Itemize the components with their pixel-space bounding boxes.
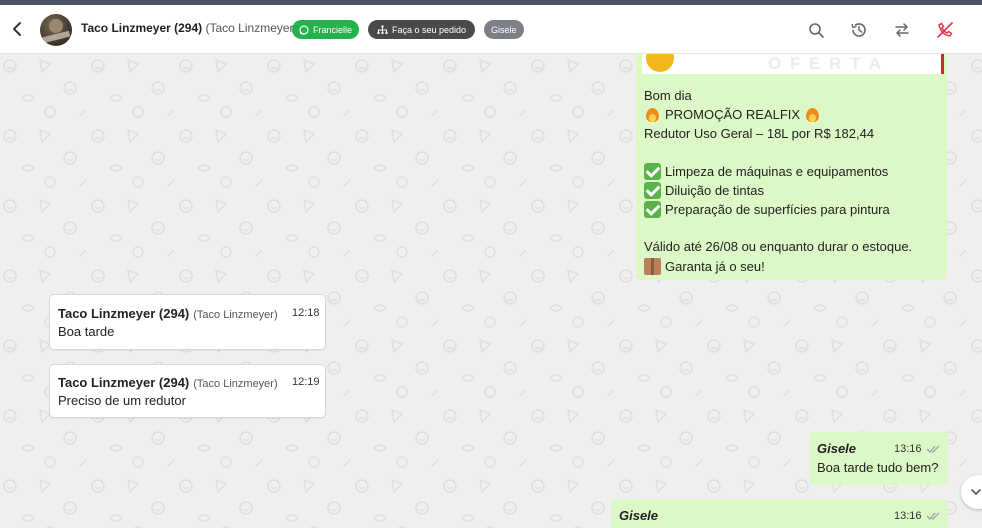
promo-headline: PROMOÇÃO REALFIX [665,107,801,122]
contact-name: Taco Linzmeyer (294) [81,21,203,35]
package-icon [644,258,661,275]
search-icon[interactable] [806,20,826,40]
sender-subname: (Taco Linzmeyer) [193,309,278,321]
message-sender: Taco Linzmeyer (294) (Taco Linzmeyer) [58,374,278,392]
whatsapp-icon [299,24,309,35]
promo-feature-row: Diluição de tintas [644,182,764,199]
sender-subname: (Taco Linzmeyer) [193,378,278,390]
message-time: 12:19 [292,376,320,388]
check-mark-icon [644,201,661,218]
contact-subname: (Taco Linzmeyer) [205,21,298,35]
sender-name: Gisele [619,508,659,523]
promo-feature-row: Limpeza de máquinas e equipamentos [644,163,888,180]
promo-banner-text: O F E R T A [768,54,883,73]
message-time: 13:16 [894,443,922,455]
promo-message[interactable]: O F E R T A Bom dia PROMOÇÃO REALFIX Red… [636,54,947,280]
transfer-icon[interactable] [892,20,912,40]
promo-feature-row: Preparação de superfícies para pintura [644,201,890,218]
end-chat-icon[interactable] [935,20,955,40]
user-chip[interactable]: Gisele [484,20,524,39]
promo-feature: Preparação de superfícies para pintura [665,202,890,217]
avatar-face [49,19,63,33]
double-check-icon [926,512,940,520]
promo-feature: Limpeza de máquinas e equipamentos [665,164,889,179]
double-check-icon [926,445,940,453]
avatar[interactable] [40,14,72,46]
message-text: Boa tarde [58,324,115,339]
history-icon[interactable] [849,20,869,40]
sender-name: Taco Linzmeyer (294) [58,375,190,390]
promo-feature: Diluição de tintas [665,183,764,198]
sender-name: Taco Linzmeyer (294) [58,306,190,321]
fire-icon [804,106,821,123]
incoming-message[interactable]: Taco Linzmeyer (294) (Taco Linzmeyer) 12:… [49,294,326,350]
message-text: Boa tarde tudo bem? [817,460,939,475]
promo-cta-row: Garanta já o seu! [644,258,765,275]
incoming-message[interactable]: Taco Linzmeyer (294) (Taco Linzmeyer) 12:… [49,364,326,418]
promo-banner-image: O F E R T A [642,54,944,74]
message-time: 12:18 [292,307,320,319]
outgoing-message[interactable]: Gisele 13:16 [611,499,948,528]
check-mark-icon [644,163,661,180]
message-time: 13:16 [894,510,922,522]
agent-chip-label: Francielle [313,24,353,35]
contact-title: Taco Linzmeyer (294) (Taco Linzmeyer) [81,21,298,35]
check-mark-icon [644,182,661,199]
chat-header: Taco Linzmeyer (294) (Taco Linzmeyer) Fr… [0,5,982,54]
user-chip-label: Gisele [491,24,517,35]
promo-validity: Válido até 26/08 ou enquanto durar o est… [644,239,913,254]
message-text: Preciso de um redutor [58,393,186,408]
promo-headline-row: PROMOÇÃO REALFIX [644,106,821,123]
message-sender: Taco Linzmeyer (294) (Taco Linzmeyer) [58,305,278,323]
agent-chip[interactable]: Francielle [292,20,360,39]
order-chip[interactable]: Faça o seu pedido [368,20,476,39]
fire-icon [644,106,661,123]
promo-cta: Garanta já o seu! [665,259,765,274]
promo-greeting: Bom dia [644,88,692,103]
coin-icon [646,54,674,72]
back-arrow-icon[interactable] [8,19,28,39]
promo-product: Redutor Uso Geral – 18L por R$ 182,44 [644,126,875,141]
order-chip-label: Faça o seu pedido [392,24,467,35]
sender-name: Gisele [817,441,857,456]
chat-area[interactable]: O F E R T A Bom dia PROMOÇÃO REALFIX Red… [0,54,982,528]
chevron-down-icon [971,489,981,496]
sitemap-icon [377,25,388,34]
outgoing-message[interactable]: Gisele 13:16 Boa tarde tudo bem? [809,432,948,485]
